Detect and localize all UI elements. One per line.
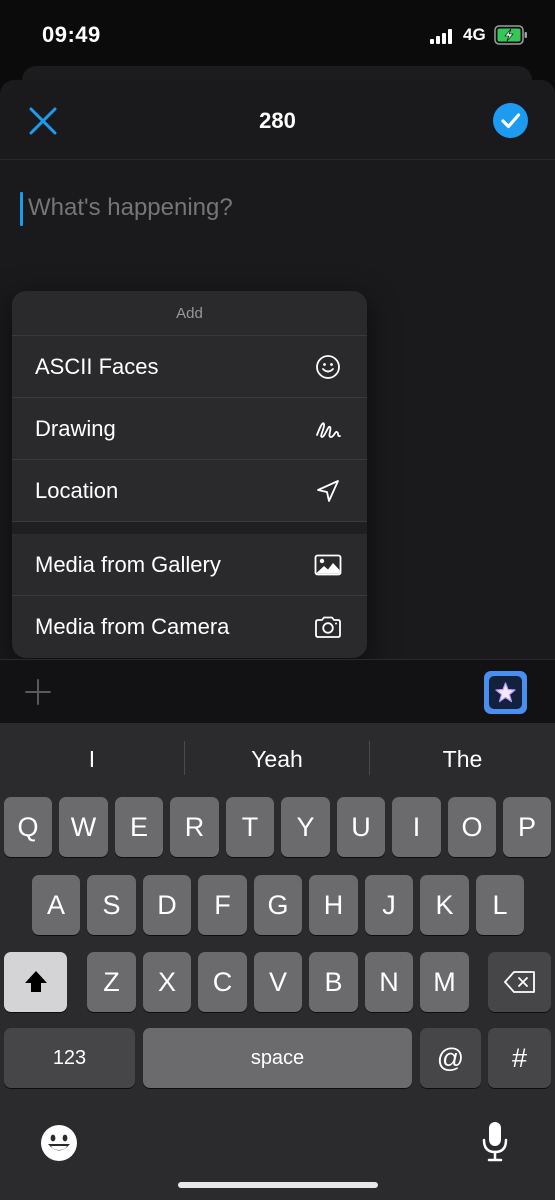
menu-item-label: Drawing bbox=[35, 416, 116, 441]
plus-icon[interactable] bbox=[24, 678, 52, 706]
delete-key[interactable] bbox=[488, 952, 551, 1012]
key-o[interactable]: O bbox=[448, 797, 496, 857]
key-x[interactable]: X bbox=[143, 952, 191, 1012]
menu-separator bbox=[12, 522, 367, 534]
keyboard: I Yeah The Q W E R T Y U I O P A S D F G… bbox=[0, 723, 555, 1200]
key-y[interactable]: Y bbox=[281, 797, 330, 857]
key-h[interactable]: H bbox=[309, 875, 358, 935]
key-p[interactable]: P bbox=[503, 797, 551, 857]
camera-icon bbox=[315, 616, 341, 638]
backspace-icon bbox=[503, 971, 535, 993]
key-u[interactable]: U bbox=[337, 797, 385, 857]
key-w[interactable]: W bbox=[59, 797, 108, 857]
key-q[interactable]: Q bbox=[4, 797, 52, 857]
space-key[interactable]: space bbox=[143, 1028, 412, 1088]
key-i[interactable]: I bbox=[392, 797, 441, 857]
hash-key[interactable]: # bbox=[488, 1028, 551, 1088]
battery-icon bbox=[494, 25, 527, 45]
text-caret bbox=[20, 192, 23, 226]
shift-key[interactable] bbox=[4, 952, 67, 1012]
menu-header: Add bbox=[12, 291, 367, 336]
screen: 09:49 4G 280 What's happening? Add ASCII… bbox=[0, 0, 555, 1200]
key-t[interactable]: T bbox=[226, 797, 274, 857]
menu-item-label: ASCII Faces bbox=[35, 354, 159, 379]
key-e[interactable]: E bbox=[115, 797, 163, 857]
add-menu: Add ASCII Faces Drawing Location Media f… bbox=[12, 291, 367, 658]
image-icon bbox=[314, 554, 342, 576]
star-icon-background bbox=[489, 676, 522, 709]
suggestion-item[interactable]: I bbox=[0, 723, 184, 793]
menu-item-location[interactable]: Location bbox=[12, 460, 367, 522]
suggestion-item[interactable]: The bbox=[370, 723, 555, 793]
key-d[interactable]: D bbox=[143, 875, 191, 935]
star-icon bbox=[495, 682, 516, 703]
key-r[interactable]: R bbox=[170, 797, 219, 857]
key-j[interactable]: J bbox=[365, 875, 413, 935]
tweet-input-area[interactable] bbox=[20, 190, 535, 230]
menu-item-label: Media from Camera bbox=[35, 614, 230, 639]
key-a[interactable]: A bbox=[32, 875, 80, 935]
character-count: 280 bbox=[259, 108, 296, 133]
scribble-icon bbox=[316, 422, 341, 438]
key-f[interactable]: F bbox=[198, 875, 247, 935]
key-k[interactable]: K bbox=[420, 875, 469, 935]
key-g[interactable]: G bbox=[254, 875, 302, 935]
home-indicator bbox=[178, 1182, 378, 1188]
menu-item-label: Media from Gallery bbox=[35, 552, 221, 577]
menu-item-media-camera[interactable]: Media from Camera bbox=[12, 596, 367, 658]
menu-item-ascii-faces[interactable]: ASCII Faces bbox=[12, 336, 367, 398]
predictive-text-bar: I Yeah The bbox=[0, 723, 555, 793]
key-b[interactable]: B bbox=[309, 952, 358, 1012]
key-l[interactable]: L bbox=[476, 875, 524, 935]
confirm-button[interactable] bbox=[493, 103, 528, 138]
menu-item-label: Location bbox=[35, 478, 119, 503]
composer-toolbar bbox=[0, 659, 555, 723]
key-c[interactable]: C bbox=[198, 952, 247, 1012]
emoji-icon[interactable] bbox=[39, 1123, 79, 1163]
smiley-icon bbox=[316, 355, 340, 379]
checkmark-icon bbox=[501, 113, 521, 129]
composer-header: 280 bbox=[0, 80, 555, 160]
status-time: 09:49 bbox=[42, 22, 101, 47]
key-v[interactable]: V bbox=[254, 952, 302, 1012]
at-key[interactable]: @ bbox=[420, 1028, 481, 1088]
key-m[interactable]: M bbox=[420, 952, 469, 1012]
network-label: 4G bbox=[463, 25, 486, 44]
key-n[interactable]: N bbox=[365, 952, 413, 1012]
status-bar: 09:49 4G bbox=[0, 0, 555, 70]
signal-icon bbox=[430, 28, 456, 44]
location-arrow-icon bbox=[317, 480, 339, 502]
key-z[interactable]: Z bbox=[87, 952, 136, 1012]
shift-icon bbox=[24, 971, 47, 992]
microphone-icon[interactable] bbox=[480, 1120, 510, 1164]
numbers-key[interactable]: 123 bbox=[4, 1028, 135, 1088]
menu-item-media-gallery[interactable]: Media from Gallery bbox=[12, 534, 367, 596]
menu-item-drawing[interactable]: Drawing bbox=[12, 398, 367, 460]
tweet-input[interactable] bbox=[28, 194, 528, 222]
suggestion-item[interactable]: Yeah bbox=[185, 723, 369, 793]
key-s[interactable]: S bbox=[87, 875, 136, 935]
app-star-button[interactable] bbox=[484, 671, 527, 714]
